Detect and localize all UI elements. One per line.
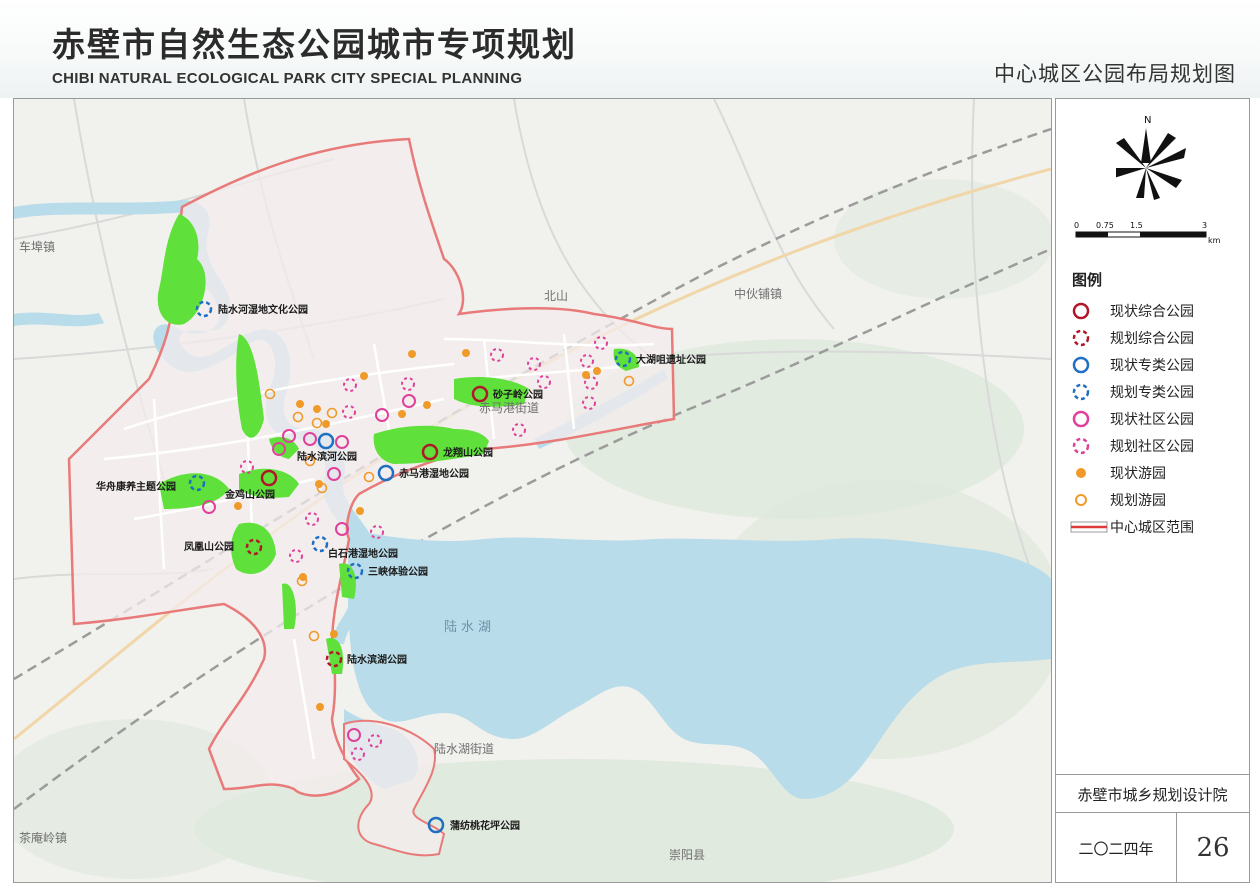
scale-tick: 0.75 [1096, 221, 1114, 230]
hill-shade [834, 179, 1051, 299]
place-label: 车埠镇 [19, 239, 55, 254]
title-chinese: 赤壁市自然生态公园城市专项规划 [52, 25, 577, 64]
garden-existing [356, 507, 364, 515]
legend-item: 现状游园 [1070, 459, 1194, 486]
river-branch [14, 312, 104, 327]
map-title: 中心城区公园布局规划图 [994, 62, 1236, 86]
place-label: 崇阳县 [669, 848, 705, 862]
park-label: 大湖咀遗址公园 [636, 353, 706, 366]
organization-name: 赤壁市城乡规划设计院 [1056, 774, 1249, 813]
legend-item: 规划社区公园 [1070, 432, 1194, 459]
place-label: 茶庵岭镇 [19, 830, 67, 845]
park-label: 龙翔山公园 [442, 446, 493, 459]
garden-existing [322, 420, 330, 428]
legend: 现状综合公园 规划综合公园 现状专类公园 规划专类公园 现状社区公园 规划社区公… [1070, 297, 1194, 540]
garden-existing [234, 502, 242, 510]
scale-unit: km [1208, 236, 1221, 245]
place-label: 中伙铺镇 [734, 286, 782, 301]
legend-label: 现状游园 [1110, 465, 1166, 482]
legend-item: 现状社区公园 [1070, 405, 1194, 432]
legend-item: 现状专类公园 [1070, 351, 1194, 378]
park-label: 陆水河湿地文化公园 [218, 303, 308, 316]
map-canvas[interactable]: 车埠镇 中伙铺镇 赤马港街道 陆水湖街道 茶庵岭镇 崇阳县 北山 陆水湖 陆水河… [13, 98, 1052, 883]
garden-existing [593, 367, 601, 375]
legend-label: 规划专类公园 [1110, 384, 1194, 401]
legend-label: 中心城区范围 [1110, 519, 1194, 536]
park-label: 陆水滨湖公园 [347, 653, 407, 666]
compass-icon: N [1116, 115, 1186, 200]
garden-existing [330, 630, 338, 638]
place-label: 陆水湖街道 [434, 741, 494, 756]
garden-existing [462, 349, 470, 357]
legend-label: 规划游园 [1110, 492, 1166, 509]
legend-item: 规划游园 [1070, 486, 1194, 513]
park-label: 蒲纺桃花坪公园 [450, 819, 520, 832]
side-panel: N 0 0.75 1.5 3 km 图例 现状综合公园 规划综合公园 现状专类公… [1055, 98, 1250, 883]
lake-label: 陆水湖 [444, 619, 495, 635]
legend-label: 现状综合公园 [1110, 303, 1194, 320]
page-header: 赤壁市自然生态公园城市专项规划 CHIBI NATURAL ECOLOGICAL… [0, 0, 1260, 98]
scale-tick: 0 [1074, 221, 1079, 230]
scale-bar: 0 0.75 1.5 3 km [1074, 221, 1221, 245]
title-english: CHIBI NATURAL ECOLOGICAL PARK CITY SPECI… [52, 70, 523, 87]
garden-existing [423, 401, 431, 409]
park-label: 华舟康养主题公园 [96, 480, 176, 493]
legend-label: 规划社区公园 [1110, 438, 1194, 455]
year-label: 二〇二四年 [1056, 813, 1177, 883]
garden-existing [360, 372, 368, 380]
park-label: 陆水滨河公园 [297, 450, 357, 463]
legend-item: 现状综合公园 [1070, 297, 1194, 324]
garden-existing [408, 350, 416, 358]
scale-tick: 3 [1202, 221, 1207, 230]
place-label: 赤马港街道 [479, 401, 539, 415]
park-label: 三峡体验公园 [368, 565, 428, 578]
park-label: 赤马港湿地公园 [399, 467, 469, 480]
park-label: 金鸡山公园 [224, 488, 275, 501]
garden-existing [398, 410, 406, 418]
footer-row: 二〇二四年 26 [1056, 812, 1249, 883]
garden-existing [316, 703, 324, 711]
legend-label: 现状社区公园 [1110, 411, 1194, 428]
garden-existing [582, 371, 590, 379]
legend-label: 现状专类公园 [1110, 357, 1194, 374]
legend-item: 规划综合公园 [1070, 324, 1194, 351]
north-label: N [1144, 115, 1151, 126]
legend-item: 中心城区范围 [1070, 513, 1194, 540]
park-label: 白石港湿地公园 [328, 547, 398, 560]
garden-existing [296, 400, 304, 408]
scale-tick: 1.5 [1130, 221, 1143, 230]
garden-existing [313, 405, 321, 413]
legend-title: 图例 [1072, 271, 1103, 289]
legend-label: 规划综合公园 [1110, 330, 1194, 347]
place-label: 北山 [544, 289, 568, 303]
park-label: 砂子岭公园 [492, 388, 543, 401]
legend-item: 规划专类公园 [1070, 378, 1194, 405]
page-number: 26 [1196, 833, 1230, 863]
map-svg[interactable]: 车埠镇 中伙铺镇 赤马港街道 陆水湖街道 茶庵岭镇 崇阳县 北山 陆水湖 陆水河… [14, 99, 1051, 882]
park-label: 凤凰山公园 [184, 540, 234, 553]
